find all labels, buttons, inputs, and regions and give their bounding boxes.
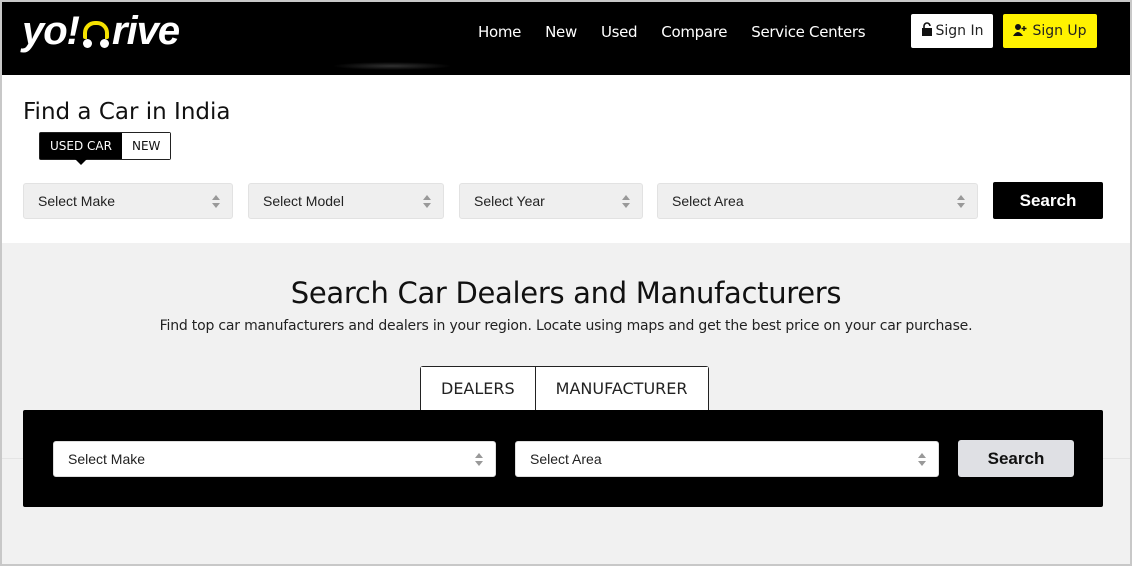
find-car-title: Find a Car in India [23,99,231,125]
sign-in-label: Sign In [935,23,984,39]
dealers-section-subtitle: Find top car manufacturers and dealers i… [159,318,973,334]
add-user-icon [1013,23,1027,40]
select-year[interactable]: Select Year [459,183,643,219]
dealer-select-area-value: Select Area [530,451,602,467]
select-area-value: Select Area [672,193,744,209]
select-arrows-icon [622,195,630,208]
tab-manufacturer[interactable]: MANUFACTURER [534,367,708,411]
find-car-section: Find a Car in India USED CAR NEW Select … [2,75,1130,243]
site-header: yo! rive Home New Used Compare Service C… [2,2,1130,75]
sign-up-button[interactable]: Sign Up [1003,14,1097,48]
select-arrows-icon [957,195,965,208]
tab-dealers[interactable]: DEALERS [421,367,535,411]
dealer-select-area[interactable]: Select Area [515,441,939,477]
unlock-icon [921,22,933,40]
select-model-value: Select Model [263,193,344,209]
toggle-new[interactable]: NEW [121,133,171,159]
header-sheen [332,62,452,70]
select-make[interactable]: Select Make [23,183,233,219]
nav-used[interactable]: Used [601,22,638,42]
logo[interactable]: yo! rive [22,8,180,54]
find-car-search-button[interactable]: Search [993,182,1103,219]
select-arrows-icon [918,453,926,466]
divider [2,458,23,459]
nav-home[interactable]: Home [478,22,521,42]
sign-in-button[interactable]: Sign In [911,14,993,48]
nav-service-centers[interactable]: Service Centers [751,22,865,42]
dealer-search-button[interactable]: Search [958,440,1074,477]
nav-new[interactable]: New [545,22,577,42]
logo-text-part2: rive [112,8,180,53]
select-make-value: Select Make [38,193,116,209]
sign-up-label: Sign Up [1032,23,1087,39]
logo-text-part1: yo! [22,8,80,53]
nav-compare[interactable]: Compare [661,22,727,42]
dealer-select-make-value: Select Make [68,451,146,467]
car-icon [81,19,111,49]
main-nav: Home New Used Compare Service Centers [478,22,889,42]
select-year-value: Select Year [474,193,545,209]
toggle-used-car[interactable]: USED CAR [40,133,122,165]
select-arrows-icon [475,453,483,466]
dealers-section-title: Search Car Dealers and Manufacturers [290,276,842,310]
select-arrows-icon [212,195,220,208]
select-arrows-icon [423,195,431,208]
select-model[interactable]: Select Model [248,183,444,219]
select-area[interactable]: Select Area [657,183,978,219]
car-type-toggle: USED CAR NEW [39,132,172,165]
dealer-tabs: DEALERS MANUFACTURER [420,366,709,411]
dealer-search-panel: Select Make Select Area Search [23,410,1103,507]
divider [1103,458,1130,459]
dealer-select-make[interactable]: Select Make [53,441,496,477]
